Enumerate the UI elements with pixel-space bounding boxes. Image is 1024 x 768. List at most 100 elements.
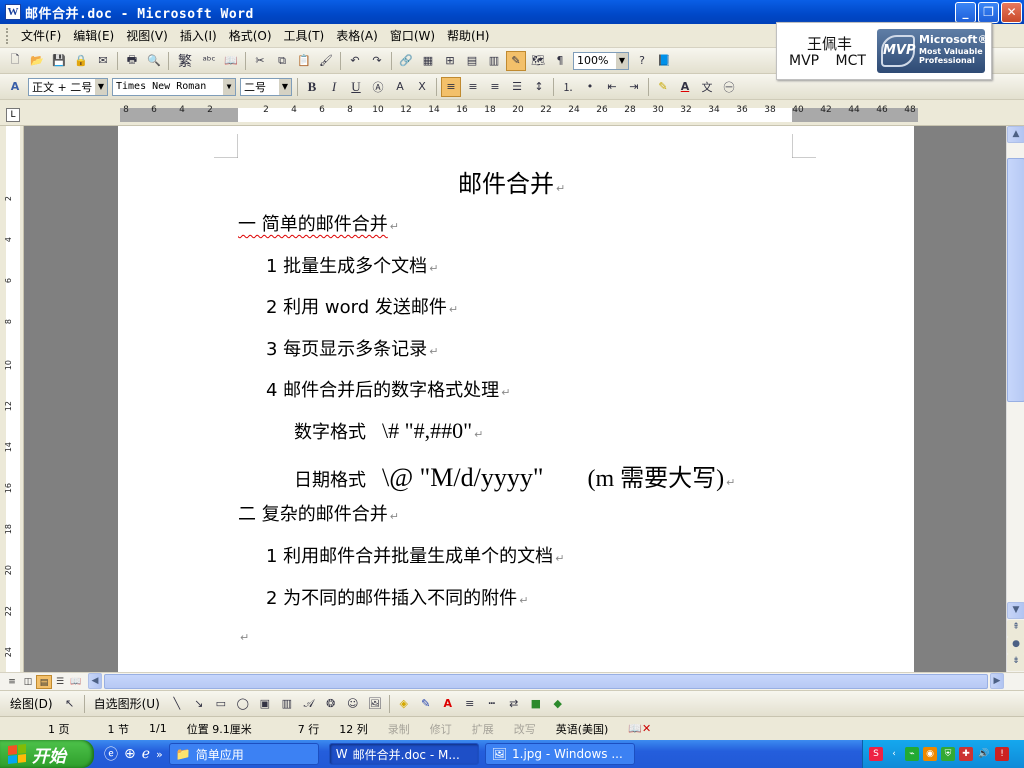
undo-icon[interactable]: ↶ <box>345 51 365 71</box>
menu-insert[interactable]: 插入(I) <box>174 25 223 46</box>
document-area[interactable]: 邮件合并 ↵ 一 简单的邮件合并 ↵ 1 批量生成多个文档 ↵ 2 利用 word 发… <box>24 126 1006 672</box>
zoom-dropdown-icon[interactable]: ▼ <box>616 52 628 69</box>
cut-icon[interactable]: ✂ <box>250 51 270 71</box>
network-icon[interactable]: ⌁ <box>905 747 919 761</box>
print-icon[interactable]: 🖶 <box>122 51 142 71</box>
line-spacing-icon[interactable]: ↕ <box>529 77 549 97</box>
3d-icon[interactable]: ◆ <box>548 694 568 714</box>
font-combo[interactable]: Times New Roman ▼ <box>112 77 236 96</box>
redo-icon[interactable]: ↷ <box>367 51 387 71</box>
vertical-scrollbar[interactable]: ▲ ▼ ⇞ ● ⇟ <box>1006 126 1024 672</box>
size-combo[interactable]: 二号 ▼ <box>240 77 292 96</box>
restore-button[interactable]: ❐ <box>978 2 999 23</box>
draw-font-color-icon[interactable]: A <box>438 694 458 714</box>
close-button[interactable]: ✕ <box>1001 2 1022 23</box>
menu-grip[interactable] <box>6 27 9 44</box>
align-center-icon[interactable]: ≡ <box>463 77 483 97</box>
tray-expand-icon[interactable]: ‹ <box>887 747 901 761</box>
enclose-char-icon[interactable]: ㊀ <box>719 77 739 97</box>
media-icon[interactable]: ⊕ <box>124 746 136 762</box>
document-page[interactable]: 邮件合并 ↵ 一 简单的邮件合并 ↵ 1 批量生成多个文档 ↵ 2 利用 word 发… <box>118 126 914 672</box>
drawing-icon[interactable]: ✎ <box>506 50 526 71</box>
menu-edit[interactable]: 编辑(E) <box>67 25 120 46</box>
char-border-icon[interactable]: Ⓐ <box>368 77 388 97</box>
status-overtype[interactable]: 改写 <box>504 721 546 737</box>
char-scale-icon[interactable]: X <box>412 77 432 97</box>
traditional-chinese-button[interactable]: 繁 <box>173 51 197 71</box>
shield-icon[interactable]: ⛨ <box>941 747 955 761</box>
task-image-viewer[interactable]: 🖼 1.jpg - Windows ... <box>484 743 635 765</box>
outline-view-icon[interactable]: ☰ <box>52 675 68 689</box>
open-icon[interactable]: 📂 <box>27 51 47 71</box>
size-dropdown-icon[interactable]: ▼ <box>279 78 291 95</box>
format-painter-icon[interactable]: 🖌 <box>316 51 336 71</box>
list-item-3[interactable]: 3 每页显示多条记录 ↵ <box>266 335 438 361</box>
spelling-status-icon[interactable]: 📖✕ <box>618 722 661 735</box>
highlight-icon[interactable]: ✎ <box>653 77 673 97</box>
shadow-icon[interactable]: ■ <box>526 694 546 714</box>
horizontal-scroll-thumb[interactable] <box>104 674 988 689</box>
help-icon[interactable]: ? <box>632 51 652 71</box>
security-icon[interactable]: ✚ <box>959 747 973 761</box>
show-hide-icon[interactable]: ¶ <box>550 51 570 71</box>
underline-button[interactable]: U <box>346 77 366 97</box>
menu-help[interactable]: 帮助(H) <box>441 25 495 46</box>
quick-launch-more-icon[interactable]: » <box>156 748 163 761</box>
menu-tools[interactable]: 工具(T) <box>278 25 331 46</box>
scroll-right-icon[interactable]: ▶ <box>990 673 1004 689</box>
scroll-up-icon[interactable]: ▲ <box>1007 126 1024 143</box>
menu-file[interactable]: 文件(F) <box>15 25 67 46</box>
list-item-1[interactable]: 1 批量生成多个文档 ↵ <box>266 252 438 278</box>
horizontal-ruler[interactable]: L 8 6 4 2 2 4 6 8 10 12 14 16 18 20 22 24 26 28 30 32 34 36 38… <box>0 104 1024 126</box>
sogou-icon[interactable]: S <box>869 747 883 761</box>
clipart-icon[interactable]: ☺ <box>343 694 363 714</box>
line-color-icon[interactable]: ✎ <box>416 694 436 714</box>
insert-table-icon[interactable]: ⊞ <box>440 51 460 71</box>
style-dropdown-icon[interactable]: ▼ <box>95 78 107 95</box>
diagram-icon[interactable]: ❂ <box>321 694 341 714</box>
italic-button[interactable]: I <box>324 77 344 97</box>
vertical-ruler[interactable]: 2 4 6 8 10 12 14 16 18 20 22 24 <box>0 126 24 672</box>
list-item-5[interactable]: 1 利用邮件合并批量生成单个的文档 ↵ <box>266 542 564 568</box>
status-language[interactable]: 英语(美国) <box>546 721 619 737</box>
prev-page-icon[interactable]: ⇞ <box>1007 620 1024 637</box>
style-combo[interactable]: 正文 + 二号 ▼ <box>28 77 108 96</box>
print-preview-icon[interactable]: 🔍 <box>144 51 164 71</box>
menu-window[interactable]: 窗口(W) <box>384 25 441 46</box>
numbering-icon[interactable]: ⒈ <box>558 77 578 97</box>
document-map-icon[interactable]: 🗺 <box>528 51 548 71</box>
status-record[interactable]: 录制 <box>378 721 420 737</box>
new-icon[interactable]: 🗋 <box>5 51 25 71</box>
scroll-left-icon[interactable]: ◀ <box>88 673 102 689</box>
status-track[interactable]: 修订 <box>420 721 462 737</box>
list-item-4[interactable]: 4 邮件合并后的数字格式处理 ↵ <box>266 376 510 402</box>
menu-view[interactable]: 视图(V) <box>120 25 174 46</box>
distributed-icon[interactable]: ☰ <box>507 77 527 97</box>
section-heading-2[interactable]: 二 复杂的邮件合并 ↵ <box>238 500 399 526</box>
ie-icon[interactable]: ⓔ <box>104 744 118 764</box>
select-browse-object-icon[interactable]: ● <box>1007 637 1024 654</box>
line-style-icon[interactable]: ≡ <box>460 694 480 714</box>
vertical-textbox-icon[interactable]: ▥ <box>277 694 297 714</box>
read-icon[interactable]: 📘 <box>654 51 674 71</box>
tab-selector-icon[interactable]: L <box>6 108 20 122</box>
research-icon[interactable]: 📖 <box>221 51 241 71</box>
horizontal-scrollbar[interactable]: ≡ ◫ ▤ ☰ 📖 ◀ ▶ <box>0 672 1024 690</box>
volume-icon[interactable]: 🔊 <box>977 747 991 761</box>
next-page-icon[interactable]: ⇟ <box>1007 654 1024 671</box>
autoshapes-menu[interactable]: 自选图形(U) <box>88 693 166 714</box>
zoom-combo[interactable]: 100% ▼ <box>573 51 629 70</box>
columns-icon[interactable]: ▥ <box>484 51 504 71</box>
increase-indent-icon[interactable]: ⇥ <box>624 77 644 97</box>
align-right-icon[interactable]: ≡ <box>485 77 505 97</box>
number-format-line[interactable]: 数字格式 \# "#,##0" ↵ <box>294 418 483 444</box>
vertical-scroll-thumb[interactable] <box>1007 158 1024 402</box>
scroll-down-icon[interactable]: ▼ <box>1007 602 1024 619</box>
save-icon[interactable]: 💾 <box>49 51 69 71</box>
line-icon[interactable]: ╲ <box>167 694 187 714</box>
web-view-icon[interactable]: ◫ <box>20 675 36 689</box>
menu-format[interactable]: 格式(O) <box>223 25 278 46</box>
reading-view-icon[interactable]: 📖 <box>68 675 84 689</box>
copy-icon[interactable]: ⧉ <box>272 51 292 71</box>
menu-table[interactable]: 表格(A) <box>330 25 384 46</box>
